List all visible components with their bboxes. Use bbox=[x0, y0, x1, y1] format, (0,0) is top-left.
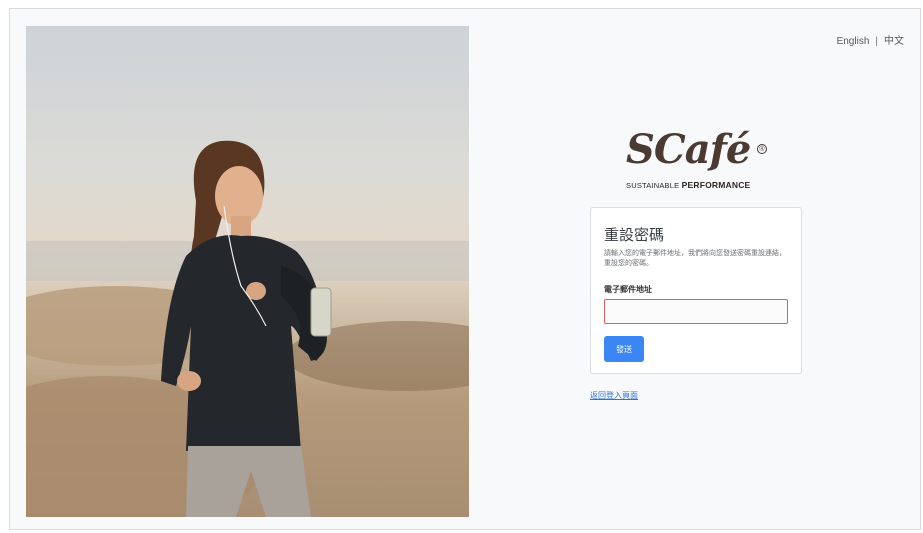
language-switch: English | 中文 bbox=[837, 32, 904, 47]
tagline-prefix: SUSTAINABLE bbox=[626, 181, 680, 190]
hero-photo bbox=[26, 26, 469, 517]
lang-chinese-link[interactable]: 中文 bbox=[884, 36, 904, 47]
tagline-main: PERFORMANCE bbox=[681, 180, 751, 190]
lang-english-link[interactable]: English bbox=[837, 36, 870, 47]
registered-mark: ® bbox=[757, 144, 767, 154]
email-field[interactable] bbox=[604, 299, 788, 324]
login-panel: English | 中文 SCafé ® SUSTAINABLE PERFORMAN… bbox=[469, 26, 919, 517]
scafe-logo: SCafé ® SUSTAINABLE PERFORMANCE bbox=[624, 126, 774, 198]
reset-description: 請輸入您的電子郵件地址，我們將向您發送密碼重設連結，重設您的密碼。 bbox=[604, 250, 786, 267]
reset-password-card: 重設密碼 請輸入您的電子郵件地址，我們將向您發送密碼重設連結，重設您的密碼。 電… bbox=[590, 207, 802, 374]
reset-title: 重設密碼 bbox=[604, 227, 665, 244]
email-label: 電子郵件地址 bbox=[604, 285, 652, 294]
back-to-login-link[interactable]: 返回登入頁面 bbox=[590, 390, 638, 401]
send-button[interactable]: 發送 bbox=[604, 336, 644, 362]
logo-tagline: SUSTAINABLE PERFORMANCE bbox=[626, 180, 766, 190]
logo-wordmark: SCafé bbox=[626, 126, 751, 173]
lang-separator: | bbox=[875, 36, 878, 47]
jogger-illustration bbox=[26, 140, 469, 517]
